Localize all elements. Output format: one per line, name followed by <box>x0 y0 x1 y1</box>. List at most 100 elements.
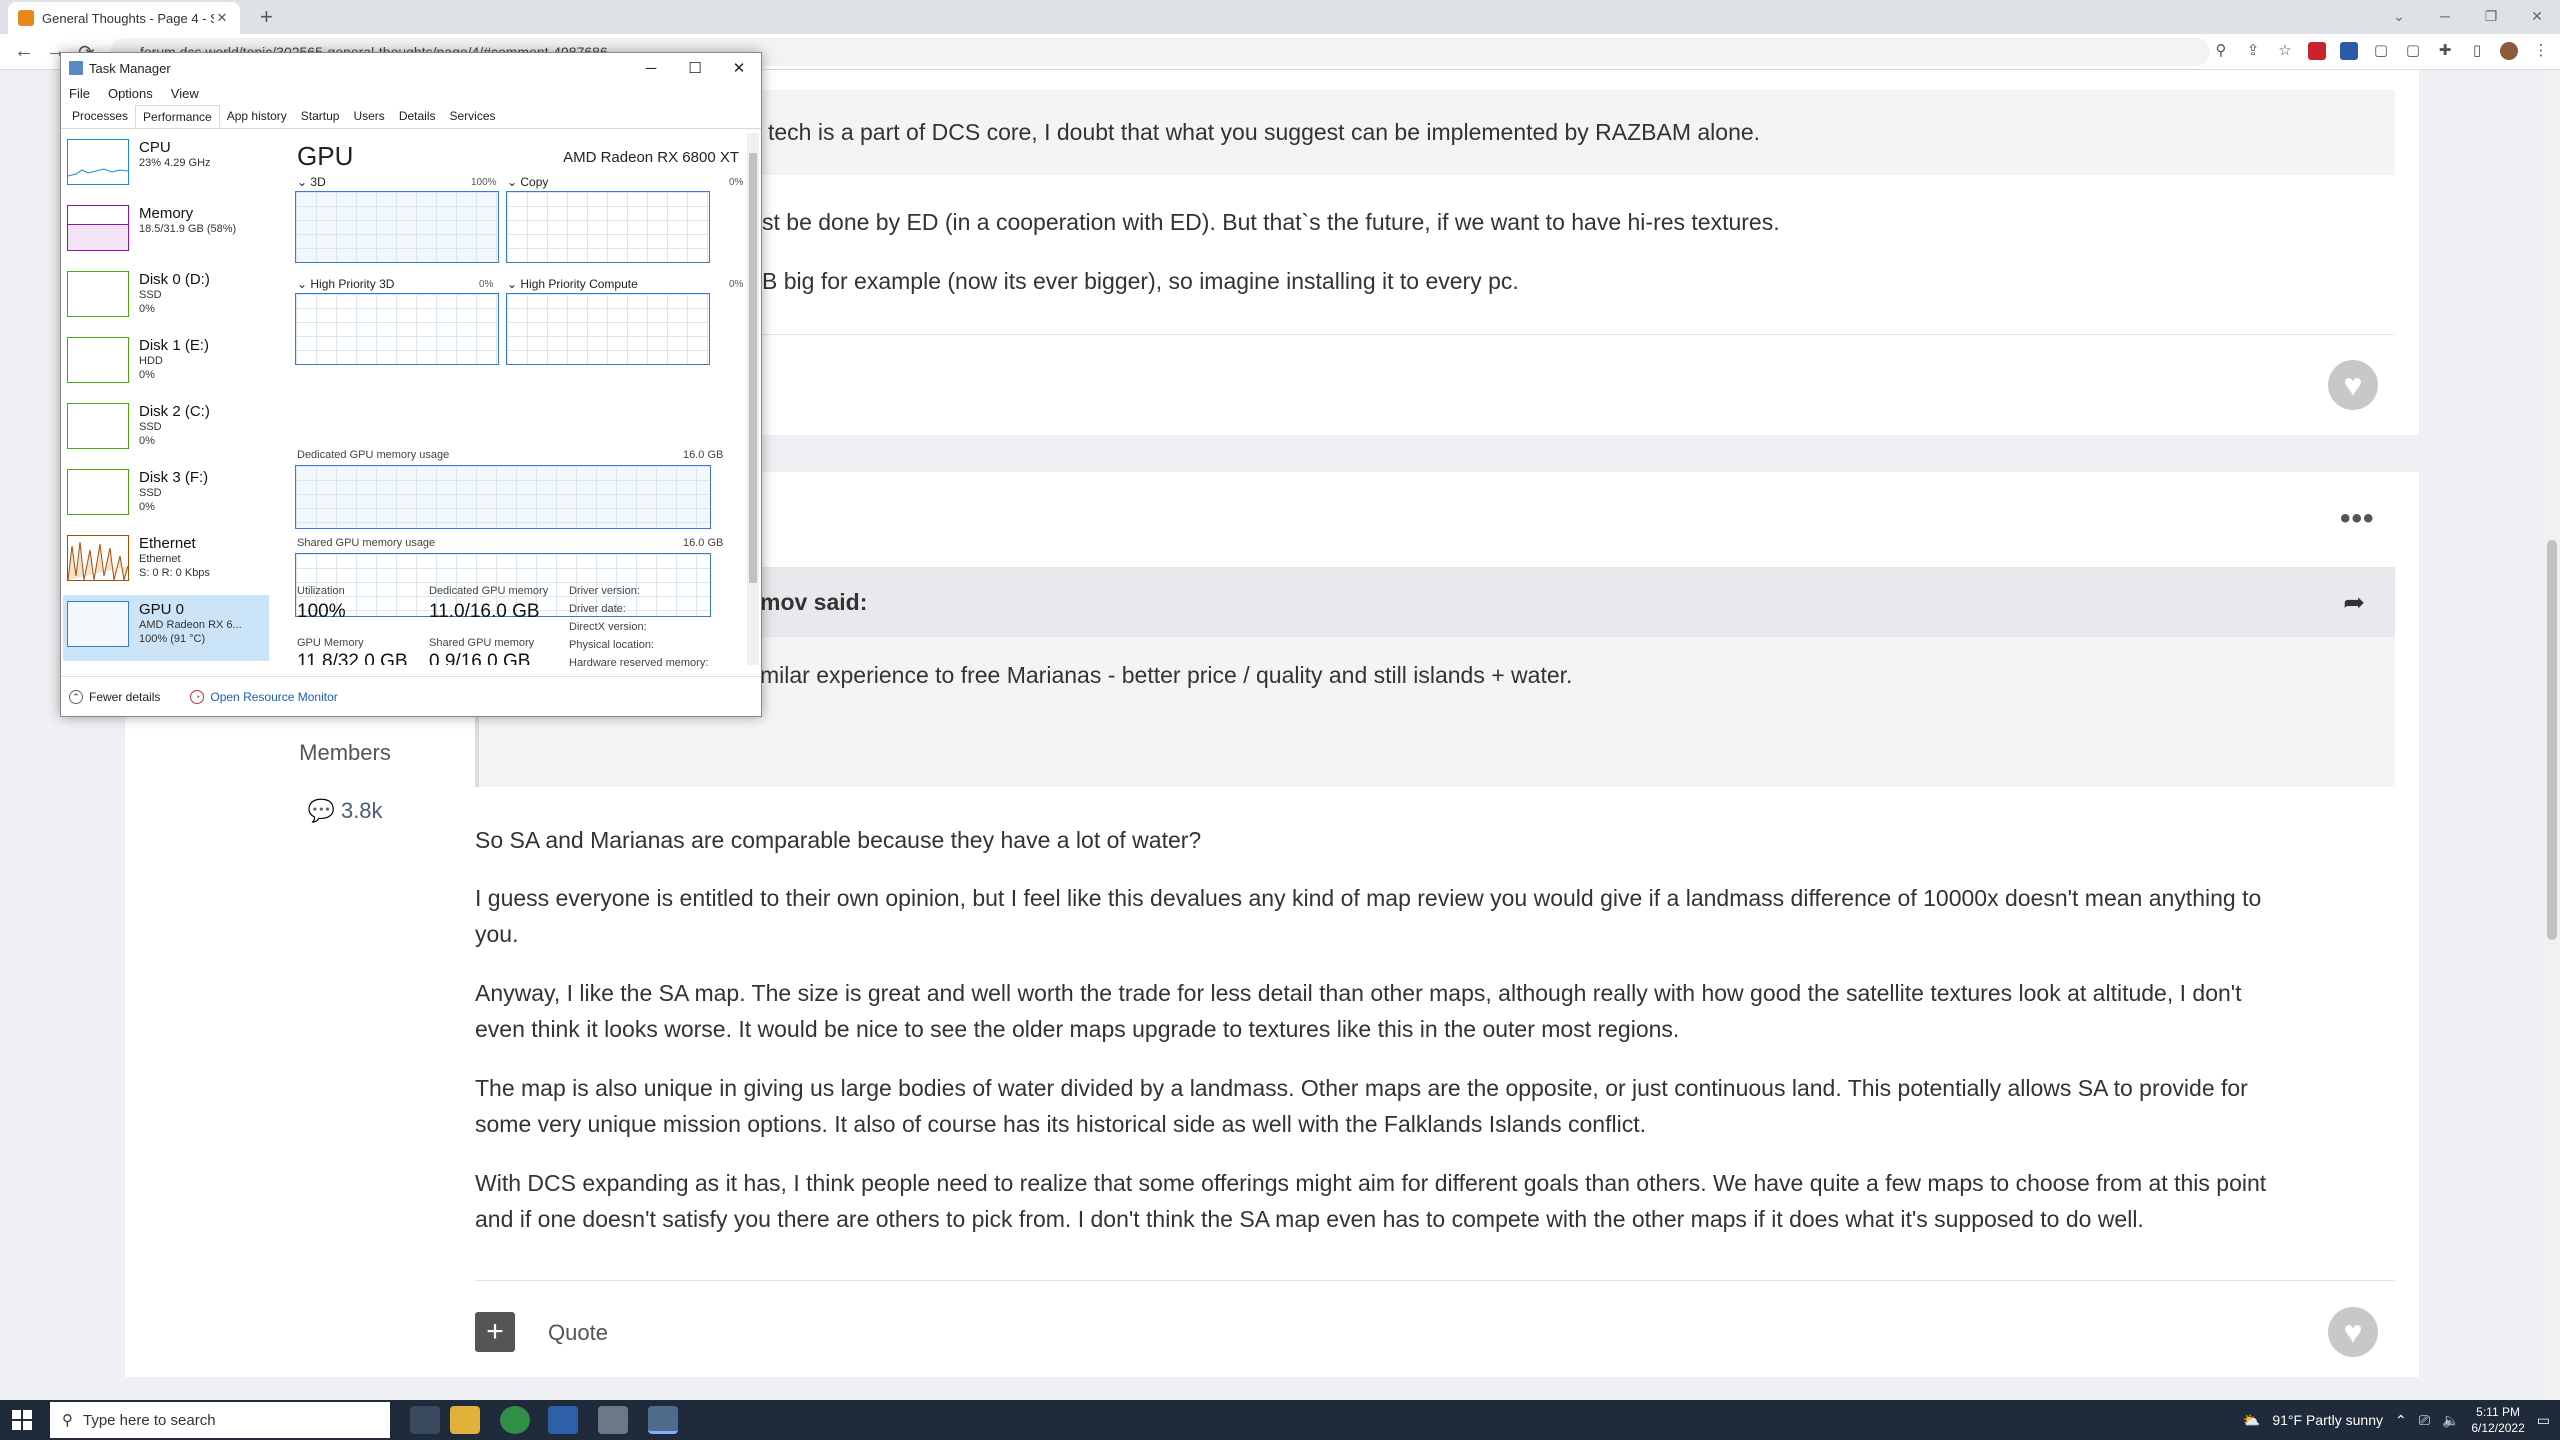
resource-disk-1[interactable]: Disk 1 (E:) HDD 0% <box>63 331 269 397</box>
resource-sub1: SSD <box>139 421 162 433</box>
browser-tab[interactable]: General Thoughts - Page 4 - So... ✕ <box>8 2 240 34</box>
weather-text[interactable]: 91°F Partly sunny <box>2272 1412 2383 1428</box>
multiquote-button[interactable]: + <box>475 1312 515 1352</box>
post-2-divider <box>475 1280 2395 1281</box>
tab-users[interactable]: Users <box>346 105 391 128</box>
new-tab-button[interactable]: + <box>260 4 273 30</box>
resource-sub1: Ethernet <box>139 553 181 565</box>
chevron-up-icon: ⌃ <box>69 689 83 704</box>
file-explorer-icon[interactable] <box>450 1406 480 1434</box>
chevron-down-icon[interactable]: ⌄ <box>2376 0 2422 34</box>
task-manager-tabs: Processes Performance App history Startu… <box>61 105 761 129</box>
page-scrollbar[interactable] <box>2544 70 2560 1400</box>
taskbar-search-box[interactable]: ⚲ Type here to search <box>50 1402 390 1438</box>
cpu-thumbnail <box>67 139 129 185</box>
open-resource-monitor-link[interactable]: ◔ Open Resource Monitor <box>190 689 338 704</box>
tab-performance[interactable]: Performance <box>135 105 220 128</box>
extension-gray2-icon[interactable]: ▢ <box>2404 42 2422 60</box>
task-manager-taskbar-icon[interactable] <box>648 1406 678 1434</box>
author-group: Members <box>299 740 391 765</box>
share-arrow-icon[interactable]: ➦ <box>2343 587 2365 618</box>
windows-start-icon[interactable] <box>12 1410 32 1430</box>
close-icon[interactable]: ✕ <box>717 59 761 77</box>
fewer-details-button[interactable]: ⌃ Fewer details <box>69 689 160 704</box>
cpu-sparkline <box>67 168 129 177</box>
bookmark-star-icon[interactable]: ☆ <box>2276 42 2294 60</box>
quote-button[interactable]: Quote <box>548 1320 608 1346</box>
extensions-area: ⚲ ⇪ ☆ ▢ ▢ ✚ ▯ ⋮ <box>2212 42 2550 60</box>
resource-sub1: AMD Radeon RX 6... <box>139 619 242 631</box>
restore-icon[interactable]: ❐ <box>2468 0 2514 34</box>
tab-app-history[interactable]: App history <box>220 105 294 128</box>
tab-services[interactable]: Services <box>443 105 503 128</box>
heart-icon[interactable]: ♥ <box>2328 360 2378 410</box>
resource-name: Disk 2 (C:) <box>139 403 210 420</box>
tray-chevron-icon[interactable]: ⌃ <box>2395 1412 2407 1429</box>
menu-options[interactable]: Options <box>108 83 153 105</box>
task-view-icon[interactable] <box>410 1406 440 1434</box>
post-options-icon[interactable]: ••• <box>2340 502 2375 536</box>
resource-disk-3[interactable]: Disk 3 (F:) SSD 0% <box>63 463 269 529</box>
resource-disk-0[interactable]: Disk 0 (D:) SSD 0% <box>63 265 269 331</box>
engine-3d-label[interactable]: ⌄ 3D <box>297 175 326 189</box>
profile-avatar-icon[interactable] <box>2500 42 2518 60</box>
resource-gpu-0[interactable]: GPU 0 AMD Radeon RX 6... 100% (91 °C) <box>63 595 269 661</box>
post-2-para-1: So SA and Marianas are comparable becaus… <box>475 827 1202 853</box>
extension-blue-icon[interactable] <box>2340 42 2358 60</box>
shared-gpu-memory-value: 0.9/16.0 GB <box>429 651 531 665</box>
notifications-icon[interactable]: ▭ <box>2537 1412 2550 1429</box>
search-placeholder: Type here to search <box>83 1411 216 1429</box>
resource-disk-2[interactable]: Disk 2 (C:) SSD 0% <box>63 397 269 463</box>
maximize-icon[interactable]: ☐ <box>673 59 717 77</box>
kebab-menu-icon[interactable]: ⋮ <box>2532 42 2550 60</box>
post-count[interactable]: 💬 3.8k <box>255 798 435 824</box>
resource-monitor-icon: ◔ <box>190 689 205 704</box>
tab-processes[interactable]: Processes <box>65 105 135 128</box>
resource-sub1: 23% 4.29 GHz <box>139 157 211 169</box>
minimize-icon[interactable]: ─ <box>629 60 673 77</box>
tab-startup[interactable]: Startup <box>294 105 347 128</box>
share-icon[interactable]: ⇪ <box>2244 42 2262 60</box>
page-scroll-thumb[interactable] <box>2547 540 2557 940</box>
engine-hpc-label[interactable]: ⌄ High Priority Compute <box>507 277 638 291</box>
side-panel-icon[interactable]: ▯ <box>2468 42 2486 60</box>
app-icon[interactable] <box>598 1406 628 1434</box>
volume-icon[interactable]: 🔈 <box>2442 1412 2459 1429</box>
shared-gpu-memory-label: Shared GPU memory <box>429 637 535 649</box>
directx-version-label: DirectX version: <box>569 621 647 633</box>
close-window-icon[interactable]: ✕ <box>2514 0 2560 34</box>
resource-sub2: 100% (91 °C) <box>139 633 206 645</box>
tab-details[interactable]: Details <box>392 105 443 128</box>
engine-hpc-graph <box>506 293 710 365</box>
task-manager-scroll-thumb[interactable] <box>749 153 757 583</box>
heart-icon[interactable]: ♥ <box>2328 1307 2378 1357</box>
back-button[interactable]: ← <box>14 40 34 63</box>
task-manager-menu: File Options View <box>61 83 761 105</box>
engine-hp3d-label[interactable]: ⌄ High Priority 3D <box>297 277 394 291</box>
puzzle-icon[interactable]: ✚ <box>2436 42 2454 60</box>
resource-cpu[interactable]: CPU 23% 4.29 GHz <box>63 133 269 199</box>
task-manager-scrollbar[interactable] <box>747 133 759 665</box>
dedicated-gpu-memory-label: Dedicated GPU memory <box>429 585 549 597</box>
disk-thumbnail <box>67 403 129 449</box>
menu-file[interactable]: File <box>69 83 90 105</box>
resource-memory[interactable]: Memory 18.5/31.9 GB (58%) <box>63 199 269 265</box>
post-1-line-3: B big for example (now its ever bigger),… <box>762 268 1519 294</box>
zoom-icon[interactable]: ⚲ <box>2212 42 2230 60</box>
network-icon[interactable]: ⎚ <box>2419 1412 2430 1429</box>
close-tab-icon[interactable]: ✕ <box>214 10 230 26</box>
weather-icon[interactable]: ⛅ <box>2243 1412 2260 1429</box>
chrome-icon[interactable] <box>500 1406 530 1434</box>
extension-gray-icon[interactable]: ▢ <box>2372 42 2390 60</box>
post-2-para-3a: Anyway, I like the SA map. The size is g… <box>475 980 2242 1006</box>
minimize-icon[interactable]: ─ <box>2422 0 2468 34</box>
menu-view[interactable]: View <box>171 83 199 105</box>
task-manager-titlebar[interactable]: Task Manager ─ ☐ ✕ <box>61 53 761 83</box>
clock[interactable]: 5:11 PM 6/12/2022 <box>2471 1404 2524 1436</box>
dcs-app-icon[interactable] <box>548 1406 578 1434</box>
engine-copy-label[interactable]: ⌄ Copy <box>507 175 548 189</box>
resource-ethernet[interactable]: Ethernet Ethernet S: 0 R: 0 Kbps <box>63 529 269 595</box>
extension-red-icon[interactable] <box>2308 42 2326 60</box>
utilization-label: Utilization <box>297 585 345 597</box>
resource-name: GPU 0 <box>139 601 185 618</box>
